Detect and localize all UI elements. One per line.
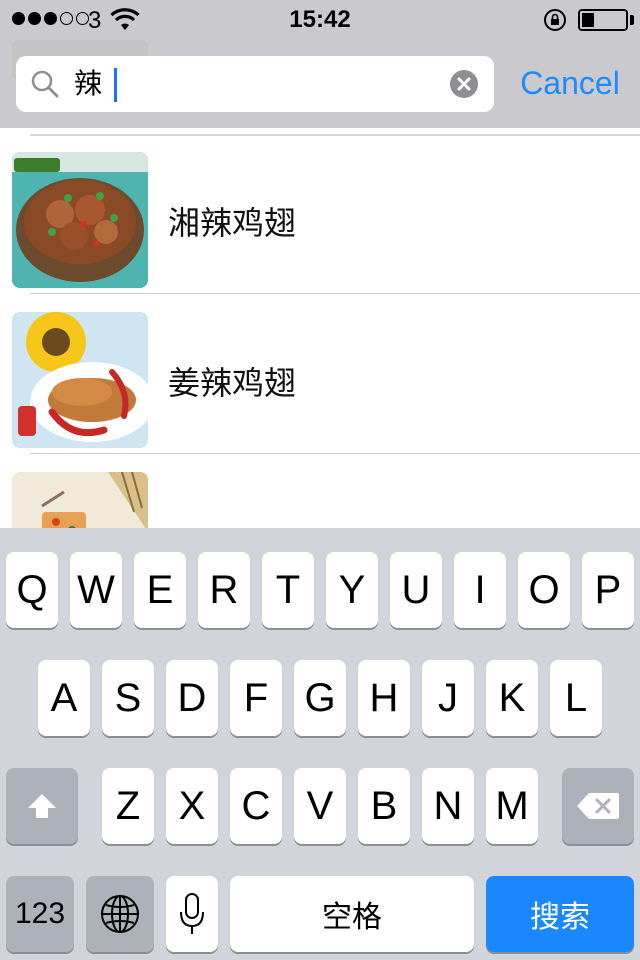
key-m[interactable]: M: [486, 768, 538, 844]
key-u[interactable]: U: [390, 552, 442, 628]
key-f[interactable]: F: [230, 660, 282, 736]
battery-tip: [630, 15, 634, 25]
key-d[interactable]: D: [166, 660, 218, 736]
search-input[interactable]: 辣: [16, 56, 494, 112]
globe-key[interactable]: [86, 876, 154, 952]
result-title: 湘辣鸡翅: [168, 204, 297, 242]
key-z[interactable]: Z: [102, 768, 154, 844]
result-title: 姜辣鸡翅: [168, 364, 297, 402]
key-l[interactable]: L: [550, 660, 602, 736]
clear-icon[interactable]: [450, 70, 478, 98]
rotation-lock-icon: [544, 9, 566, 31]
globe-icon: [101, 895, 139, 933]
results-list: 湘辣鸡翅 姜辣鸡翅: [0, 128, 640, 528]
key-c[interactable]: C: [230, 768, 282, 844]
key-w[interactable]: W: [70, 552, 122, 628]
cancel-button[interactable]: Cancel: [508, 58, 632, 108]
key-k[interactable]: K: [486, 660, 538, 736]
dish-thumbnail: [12, 152, 148, 288]
status-bar: 3 15:42: [0, 0, 640, 40]
list-item[interactable]: 姜辣鸡翅: [0, 294, 640, 454]
key-v[interactable]: V: [294, 768, 346, 844]
shift-icon: [28, 794, 56, 818]
microphone-icon: [180, 893, 204, 934]
key-x[interactable]: X: [166, 768, 218, 844]
key-n[interactable]: N: [422, 768, 474, 844]
search-query: 辣: [74, 67, 103, 100]
key-y[interactable]: Y: [326, 552, 378, 628]
backspace-icon: [577, 793, 619, 819]
key-a[interactable]: A: [38, 660, 90, 736]
shift-key[interactable]: [6, 768, 78, 844]
key-p[interactable]: P: [582, 552, 634, 628]
key-h[interactable]: H: [358, 660, 410, 736]
numbers-key[interactable]: 123: [6, 876, 74, 952]
battery-icon: [578, 9, 628, 31]
dish-thumbnail: [12, 312, 148, 448]
search-bar: 辣 Cancel: [0, 40, 640, 128]
key-t[interactable]: T: [262, 552, 314, 628]
microphone-key[interactable]: [166, 876, 218, 952]
list-item[interactable]: [0, 454, 640, 528]
x-icon: [457, 77, 471, 91]
key-e[interactable]: E: [134, 552, 186, 628]
key-r[interactable]: R: [198, 552, 250, 628]
key-i[interactable]: I: [454, 552, 506, 628]
search-icon: [31, 70, 59, 98]
space-key[interactable]: 空格: [230, 876, 474, 952]
key-o[interactable]: O: [518, 552, 570, 628]
key-s[interactable]: S: [102, 660, 154, 736]
delete-key[interactable]: [562, 768, 634, 844]
key-g[interactable]: G: [294, 660, 346, 736]
text-cursor: [114, 68, 117, 102]
key-b[interactable]: B: [358, 768, 410, 844]
dish-thumbnail: [12, 472, 148, 528]
key-q[interactable]: Q: [6, 552, 58, 628]
key-j[interactable]: J: [422, 660, 474, 736]
keyboard: Q W E R T Y U I O P A S D F G H J K L Z …: [0, 528, 640, 960]
list-item[interactable]: 湘辣鸡翅: [0, 134, 640, 294]
search-key[interactable]: 搜索: [486, 876, 634, 952]
